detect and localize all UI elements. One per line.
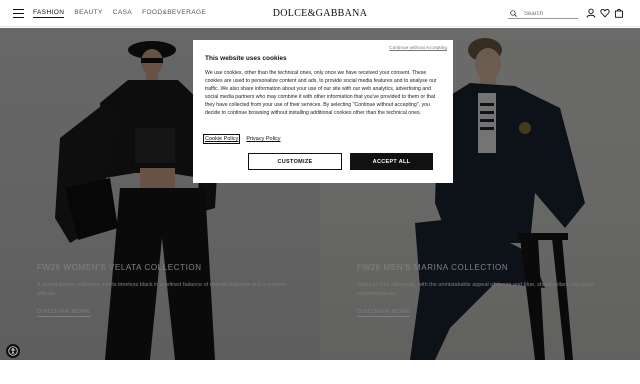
continue-without-accepting-link[interactable]: Continue without Accepting [389, 46, 447, 51]
cookie-dialog-body: We use cookies, other than the technical… [205, 70, 437, 117]
cookie-consent-dialog: Continue without Accepting This website … [193, 40, 453, 183]
policy-links: Cookie Policy Privacy Policy [202, 134, 281, 144]
user-icon[interactable] [586, 8, 596, 18]
customize-button[interactable]: CUSTOMIZE [248, 153, 342, 170]
cookie-dialog-title: This website uses cookies [205, 55, 287, 62]
heart-icon[interactable] [600, 8, 610, 18]
privacy-policy-link[interactable]: Privacy Policy [246, 136, 280, 142]
bag-icon[interactable] [614, 8, 624, 18]
cookie-policy-link[interactable]: Cookie Policy [202, 134, 241, 144]
accessibility-icon [8, 346, 18, 356]
site-header: FASHION BEAUTY CASA FOOD&BEVERAGE DOLCE&… [0, 0, 640, 27]
search-input[interactable] [524, 9, 576, 18]
footer-strip [0, 360, 640, 384]
accessibility-button[interactable] [6, 344, 20, 358]
accept-all-button[interactable]: ACCEPT ALL [350, 153, 433, 170]
search-icon [510, 10, 517, 17]
search-box[interactable] [508, 9, 578, 19]
